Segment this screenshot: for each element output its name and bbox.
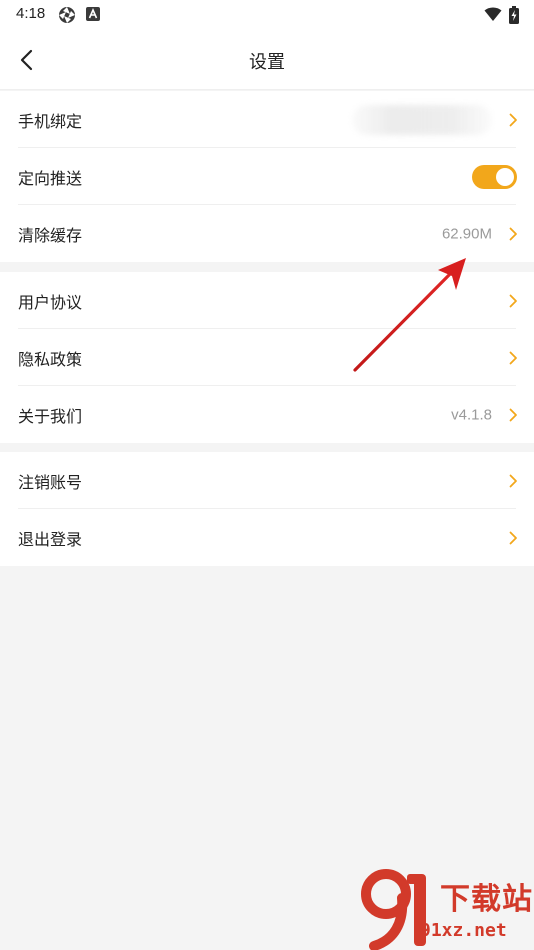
settings-row-phone-binding[interactable]: 手机绑定 [0,91,534,148]
cache-size-value: 62.90M [441,225,492,242]
row-label: 退出登录 [18,529,83,549]
header-bar: 设置 [0,30,534,90]
settings-row-logout[interactable]: 退出登录 [0,509,534,566]
toggle-knob [496,167,514,186]
watermark-title: 下载站 [440,882,533,917]
row-label: 用户协议 [18,292,83,312]
settings-group-account: 手机绑定 定向推送 清除缓存 62.90M [0,91,534,262]
chevron-right-icon [509,227,517,240]
chevron-right-icon [509,531,517,544]
watermark-domain: 91xz.net [420,920,507,941]
row-label: 注销账号 [18,472,83,492]
status-time: 4:18 [16,5,46,22]
settings-group-account-actions: 注销账号 退出登录 [0,452,534,566]
chevron-right-icon [509,408,517,421]
page-title: 设置 [249,52,285,73]
row-label: 关于我们 [18,406,83,426]
annotation-arrow [353,258,466,372]
chevron-right-icon [509,113,517,126]
wifi-icon [484,7,502,21]
status-bar: 4:18 [0,0,534,30]
settings-row-targeted-push: 定向推送 [0,148,534,205]
aperture-icon [59,7,75,23]
chevron-right-icon [509,474,517,487]
row-label: 隐私政策 [18,349,83,369]
chevron-right-icon [509,351,517,364]
app-version-value: v4.1.8 [451,406,492,423]
row-label: 手机绑定 [18,111,83,131]
phone-number-blurred [352,104,492,135]
row-label: 清除缓存 [18,225,83,245]
font-a-icon [86,7,100,21]
settings-row-delete-account[interactable]: 注销账号 [0,452,534,509]
settings-row-about-us[interactable]: 关于我们 v4.1.8 [0,386,534,443]
targeted-push-toggle[interactable] [472,164,517,189]
chevron-right-icon [509,294,517,307]
battery-charging-icon [509,6,519,24]
row-label: 定向推送 [18,168,83,188]
watermark-logo: 下载站 91xz.net [360,868,534,950]
